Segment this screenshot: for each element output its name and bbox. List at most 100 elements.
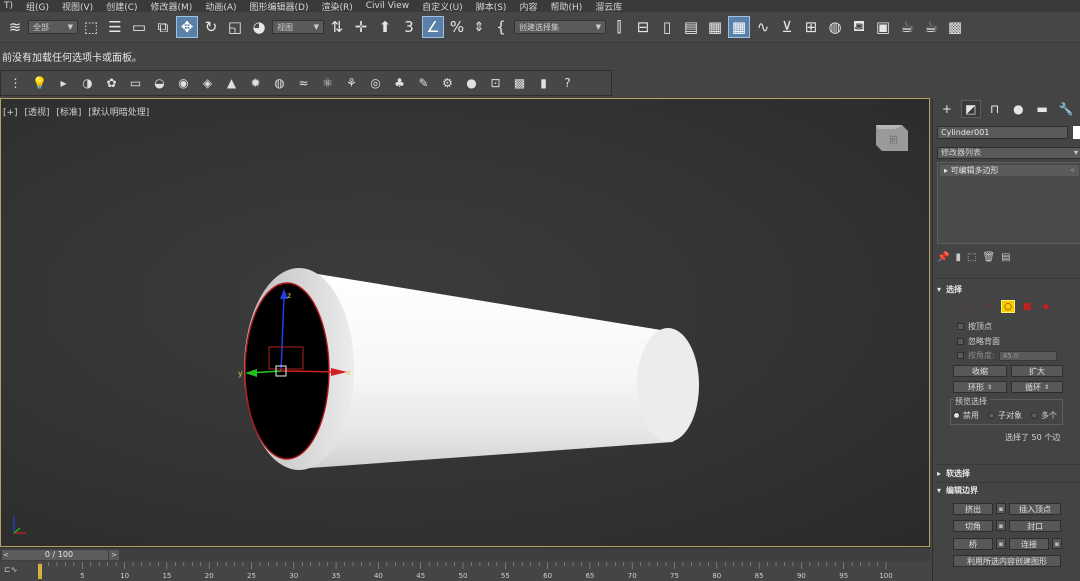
radio-dot[interactable] [988, 412, 995, 419]
modify-tab-icon[interactable]: ◩ [960, 100, 981, 118]
next-frame-icon[interactable]: > [109, 550, 119, 560]
percent-snap-icon[interactable]: % [446, 16, 468, 38]
move-icon[interactable]: ✥ [176, 16, 198, 38]
loop-button[interactable]: 循环 ⇕ [1011, 381, 1063, 393]
menu-item-content[interactable]: 内容 [515, 0, 546, 13]
sphere-icon[interactable]: ● [461, 73, 482, 93]
angle-snap-icon[interactable]: ∠ [422, 16, 444, 38]
menu-item-group[interactable]: 组(G) [22, 0, 58, 13]
select-object-icon[interactable]: ⬚ [80, 16, 102, 38]
menu-item-create[interactable]: 创建(C) [102, 0, 146, 13]
prev-frame-icon[interactable]: < [2, 550, 10, 560]
menu-item-civil-view[interactable]: Civil View [362, 1, 418, 11]
hair-icon[interactable]: ≈ [293, 73, 314, 93]
checkbox-box[interactable] [957, 352, 964, 359]
bridge-button[interactable]: 桥 [953, 538, 993, 550]
leaf-icon[interactable]: ♣ [389, 73, 410, 93]
menu-item-modifiers[interactable]: 修改器(M) [147, 0, 202, 13]
connect-button[interactable]: 连接 [1009, 538, 1049, 550]
menu-item-help[interactable]: 帮助(H) [546, 0, 591, 13]
configure-modifier-sets-icon[interactable]: ▤ [1001, 252, 1010, 263]
render-icon[interactable]: ☕ [896, 16, 918, 38]
light-icon[interactable]: 💡 [29, 73, 50, 93]
material-editor-icon[interactable]: ◍ [824, 16, 846, 38]
menu-item-liuyun[interactable]: 溜云库 [591, 0, 631, 13]
spinner-arrows-icon[interactable]: ⇕ [987, 384, 992, 391]
command-panel-toggle-icon[interactable]: ▦ [728, 16, 750, 38]
undo-redo-icon[interactable]: ≋ [4, 16, 26, 38]
shrink-button[interactable]: 收缩 [953, 365, 1007, 377]
help-icon[interactable]: ? [557, 73, 578, 93]
cap-button[interactable]: 封口 [1009, 520, 1061, 532]
menu-item-animation[interactable]: 动画(A) [201, 0, 245, 13]
menu-item-rendering[interactable]: 渲染(R) [317, 0, 361, 13]
edit-borders-rollout-header[interactable]: ▾ 编辑边界 [937, 483, 1080, 497]
motion-tab-icon[interactable]: ● [1008, 100, 1028, 118]
time-slider[interactable]: < 0 / 100 > [0, 547, 930, 561]
edit-named-selection-icon[interactable]: { [490, 16, 512, 38]
helper-icon[interactable]: ◑ [77, 73, 98, 93]
cylinder-object[interactable] [244, 268, 699, 470]
spinner-arrows-icon[interactable]: ⇕ [1044, 384, 1049, 391]
radio-disabled[interactable]: 禁用 [953, 410, 979, 421]
brush-icon[interactable]: ✎ [413, 73, 434, 93]
ring-button[interactable]: 环形 ⇕ [953, 381, 1007, 393]
align-icon[interactable]: ⊟ [632, 16, 654, 38]
place-icon[interactable]: ◕ [248, 16, 270, 38]
scale-icon[interactable]: ◱ [224, 16, 246, 38]
particle-icon[interactable]: ✿ [101, 73, 122, 93]
atom-icon[interactable]: ⚛ [317, 73, 338, 93]
ribbon-icon[interactable]: ▦ [704, 16, 726, 38]
current-frame-marker[interactable] [38, 564, 42, 579]
render-setup-icon[interactable]: ⛾ [848, 16, 870, 38]
vertex-mode-icon[interactable]: ∴ [963, 300, 977, 313]
toggle-scene-explorer-icon[interactable]: ▯ [656, 16, 678, 38]
menu-item-customize[interactable]: 自定义(U) [418, 0, 472, 13]
object-name-field[interactable]: Cylinder001 [937, 126, 1068, 139]
gear-icon[interactable]: ⚙ [437, 73, 458, 93]
checkbox-box[interactable] [957, 338, 964, 345]
pivot-icon[interactable]: ⇅ [326, 16, 348, 38]
by-angle-checkbox[interactable]: 按角度: 45.0 [957, 350, 1057, 361]
render-region-icon[interactable]: ▩ [509, 73, 530, 93]
sun-icon[interactable]: ✹ [245, 73, 266, 93]
snap-3d-icon[interactable]: 3 [398, 16, 420, 38]
utilities-tab-icon[interactable]: 🔧 [1056, 100, 1076, 118]
display-tab-icon[interactable]: ▬ [1032, 100, 1052, 118]
chamfer-settings-icon[interactable]: ▪ [996, 520, 1006, 531]
named-selection-dropdown[interactable]: 创建选择集 ▼ [514, 20, 606, 34]
make-unique-icon[interactable]: ⬚ [967, 252, 976, 263]
create-shape-button[interactable]: 利用所选内容创建图形 [953, 555, 1061, 567]
object-color-swatch[interactable] [1073, 126, 1080, 139]
molecule-icon[interactable]: ⚘ [341, 73, 362, 93]
time-slider-thumb[interactable]: 0 / 100 [10, 550, 108, 560]
network-icon[interactable]: ⊡ [485, 73, 506, 93]
menu-item-t[interactable]: T) [0, 1, 22, 11]
radio-dot[interactable] [953, 412, 960, 419]
extrude-button[interactable]: 挤出 [953, 503, 993, 515]
create-tab-icon[interactable]: + [937, 100, 957, 118]
plane-icon[interactable]: ▭ [125, 73, 146, 93]
insert-vertex-button[interactable]: 插入顶点 [1009, 503, 1061, 515]
render-iterative-icon[interactable]: ☕ [920, 16, 942, 38]
eye-icon[interactable]: ◦ [1070, 165, 1075, 176]
chamfer-button[interactable]: 切角 [953, 520, 993, 532]
toolbar-handle-icon[interactable]: ⋮ [5, 73, 26, 93]
modifier-list-dropdown[interactable]: 修改器列表 ▾ [937, 147, 1080, 159]
dope-sheet-icon[interactable]: ⊻ [776, 16, 798, 38]
disc-icon[interactable]: ◍ [269, 73, 290, 93]
hierarchy-tab-icon[interactable]: ⊓ [985, 100, 1005, 118]
menu-item-views[interactable]: 视图(V) [58, 0, 102, 13]
mirror-icon[interactable]: ⫿ [608, 16, 630, 38]
viewcube[interactable]: 前 [868, 119, 912, 155]
stack-item-editable-poly[interactable]: ▸ 可编辑多边形 ◦ [940, 165, 1079, 176]
camera-icon[interactable]: ▸ [53, 73, 74, 93]
reference-coordinate-dropdown[interactable]: 视图 ▼ [272, 20, 324, 34]
radio-dot[interactable] [1031, 412, 1038, 419]
angle-spinner[interactable]: 45.0 [998, 350, 1057, 361]
selection-filter-dropdown[interactable]: 全部 ▼ [28, 20, 78, 34]
grow-button[interactable]: 扩大 [1011, 365, 1063, 377]
pin-stack-icon[interactable]: 📌 [937, 252, 949, 263]
select-and-manipulate-icon[interactable]: ✛ [350, 16, 372, 38]
track-bar[interactable]: ⊏∿ 5 10 15 20 25 30 35 40 45 50 55 60 65 70 75 80 85 90 95… [0, 562, 930, 581]
